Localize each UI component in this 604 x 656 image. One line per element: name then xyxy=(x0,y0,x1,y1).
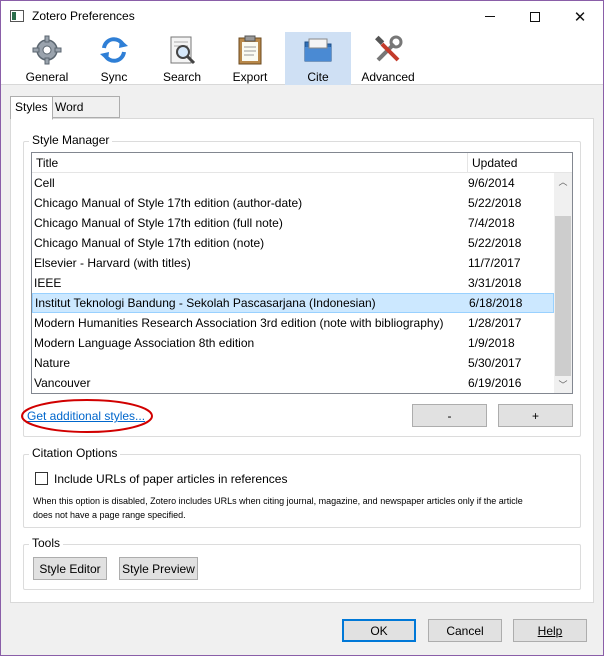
style-row[interactable]: Cell 9/6/2014 xyxy=(32,173,554,193)
style-row-title: Cell xyxy=(34,176,55,190)
toolbar-export[interactable]: Export xyxy=(217,32,283,85)
style-row-title: Modern Language Association 8th edition xyxy=(34,336,255,350)
red-ellipse-annotation xyxy=(21,399,153,433)
help-button[interactable]: Help xyxy=(513,619,587,642)
style-row[interactable]: Vancouver 6/19/2016 xyxy=(32,373,554,393)
tab-styles[interactable]: Styles xyxy=(10,96,53,120)
toolbar-search[interactable]: Search xyxy=(149,32,215,85)
toolbar-export-label: Export xyxy=(232,70,268,84)
style-row[interactable]: Chicago Manual of Style 17th edition (fu… xyxy=(32,213,554,233)
style-row-updated: 3/31/2018 xyxy=(468,276,522,290)
style-row[interactable]: Modern Language Association 8th edition 1… xyxy=(32,333,554,353)
styles-list[interactable]: Title Updated Cell 9/6/2014 Chicago Manual… xyxy=(31,152,573,394)
gear-icon xyxy=(32,35,62,65)
tools-label: Tools xyxy=(29,536,64,550)
close-button[interactable]: ✕ xyxy=(557,1,603,32)
style-row-title: Chicago Manual of Style 17th edition (fu… xyxy=(34,216,283,230)
style-row-updated: 1/9/2018 xyxy=(468,336,515,350)
style-manager-label: Style Manager xyxy=(29,133,113,147)
minimize-icon xyxy=(485,16,495,17)
citation-options-note-line2: does not have a page range specified. xyxy=(33,510,186,520)
maximize-icon xyxy=(530,11,540,22)
column-header-title[interactable]: Title xyxy=(36,156,58,170)
ok-button[interactable]: OK xyxy=(342,619,416,642)
style-row-title: Chicago Manual of Style 17th edition (no… xyxy=(34,236,265,250)
style-row-title: IEEE xyxy=(34,276,62,290)
zotero-app-icon xyxy=(10,10,24,22)
styles-list-scrollbar[interactable]: ︿ ﹀ xyxy=(554,173,572,393)
styles-list-header: Title Updated xyxy=(32,153,572,173)
style-row-title: Institut Teknologi Bandung - Sekolah Pas… xyxy=(35,296,376,310)
toolbar-advanced-label: Advanced xyxy=(361,70,415,84)
style-row[interactable]: IEEE 3/31/2018 xyxy=(32,273,554,293)
tab-word-processors[interactable]: Word Processors xyxy=(50,96,121,134)
toolbar-sync[interactable]: Sync xyxy=(81,32,147,85)
style-row[interactable]: Chicago Manual of Style 17th edition (no… xyxy=(32,233,554,253)
minimize-button[interactable] xyxy=(467,1,513,32)
style-row-updated: 7/4/2018 xyxy=(468,216,515,230)
style-row-updated: 1/28/2017 xyxy=(468,316,522,330)
toolbar-general[interactable]: General xyxy=(14,32,80,85)
style-row-updated: 9/6/2014 xyxy=(468,176,515,190)
search-icon xyxy=(170,36,196,65)
style-row[interactable]: Modern Humanities Research Association 3… xyxy=(32,313,554,333)
style-row-updated: 5/22/2018 xyxy=(468,236,522,250)
style-row-updated: 6/19/2016 xyxy=(468,376,522,390)
folder-icon xyxy=(304,38,332,62)
scroll-up-icon[interactable]: ︿ xyxy=(554,173,572,190)
close-icon: ✕ xyxy=(573,8,587,26)
style-row-title: Chicago Manual of Style 17th edition (au… xyxy=(34,196,303,210)
sync-icon xyxy=(100,37,128,63)
title-bar: Zotero Preferences ✕ xyxy=(1,1,603,32)
include-urls-checkbox[interactable] xyxy=(35,472,48,485)
clipboard-icon xyxy=(238,35,262,65)
column-header-updated[interactable]: Updated xyxy=(467,153,517,173)
citation-options-note-line1: When this option is disabled, Zotero inc… xyxy=(33,496,523,506)
window-title: Zotero Preferences xyxy=(32,9,135,23)
style-row-updated: 5/22/2018 xyxy=(468,196,522,210)
style-preview-button[interactable]: Style Preview xyxy=(119,557,198,580)
style-row-updated: 5/30/2017 xyxy=(468,356,522,370)
scroll-down-icon[interactable]: ﹀ xyxy=(554,376,572,393)
toolbar-cite-label: Cite xyxy=(307,70,329,84)
style-row[interactable]: Institut Teknologi Bandung - Sekolah Pas… xyxy=(32,293,554,313)
style-editor-button[interactable]: Style Editor xyxy=(33,557,107,580)
style-row[interactable]: Chicago Manual of Style 17th edition (au… xyxy=(32,193,554,213)
tools-icon xyxy=(375,35,403,62)
remove-style-button[interactable]: - xyxy=(412,404,487,427)
style-row[interactable]: Nature 5/30/2017 xyxy=(32,353,554,373)
style-row-title: Modern Humanities Research Association 3… xyxy=(34,316,444,330)
cancel-button[interactable]: Cancel xyxy=(428,619,502,642)
include-urls-label[interactable]: Include URLs of paper articles in refere… xyxy=(54,472,287,486)
preferences-toolbar: General Sync Search Export Cite Advanced xyxy=(1,32,603,85)
style-row[interactable]: Elsevier - Harvard (with titles) 11/7/201… xyxy=(32,253,554,273)
citation-options-label: Citation Options xyxy=(29,446,121,460)
style-row-title: Vancouver xyxy=(34,376,91,390)
toolbar-search-label: Search xyxy=(162,70,202,84)
add-style-button[interactable]: + xyxy=(498,404,573,427)
toolbar-sync-label: Sync xyxy=(100,70,128,84)
toolbar-advanced[interactable]: Advanced xyxy=(355,32,421,85)
styles-tab-panel: Style Manager Title Updated Cell 9/6/2014… xyxy=(10,118,594,603)
citation-options-note: When this option is disabled, Zotero inc… xyxy=(33,494,583,522)
style-row-updated: 6/18/2018 xyxy=(469,296,523,310)
toolbar-general-label: General xyxy=(25,70,69,84)
maximize-button[interactable] xyxy=(512,1,558,32)
scrollbar-thumb[interactable] xyxy=(555,216,571,376)
preferences-window: Zotero Preferences ✕ General Sync Search… xyxy=(0,0,604,656)
style-row-title: Nature xyxy=(34,356,71,370)
style-row-updated: 11/7/2017 xyxy=(468,256,521,270)
style-row-title: Elsevier - Harvard (with titles) xyxy=(34,256,191,270)
toolbar-cite[interactable]: Cite xyxy=(285,32,351,85)
